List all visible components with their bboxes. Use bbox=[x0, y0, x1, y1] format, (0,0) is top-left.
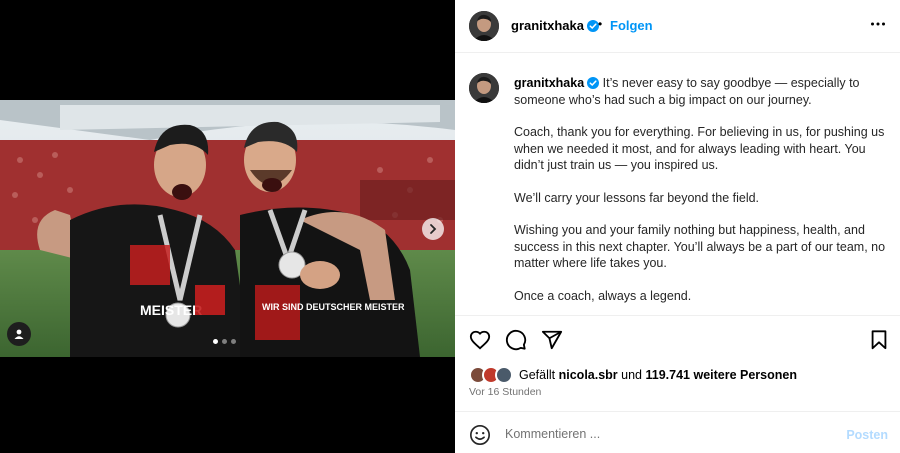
carousel-dot bbox=[231, 339, 236, 344]
header-username[interactable]: granitxhaka bbox=[511, 18, 599, 33]
emoji-icon[interactable] bbox=[469, 424, 491, 446]
avatar[interactable] bbox=[469, 73, 499, 103]
caption-paragraph-4: Wishing you and your family nothing but … bbox=[514, 223, 886, 270]
user-tag-icon bbox=[14, 329, 24, 339]
username-text[interactable]: granitxhaka bbox=[511, 18, 584, 33]
avatar bbox=[495, 366, 513, 384]
post-timestamp[interactable]: Vor 16 Stunden bbox=[469, 386, 541, 398]
likes-count[interactable]: 119.741 weitere Personen bbox=[646, 368, 797, 382]
jersey-text-left: MEISTER bbox=[140, 302, 202, 318]
more-options-icon[interactable] bbox=[870, 16, 886, 32]
likes-conjunction: und bbox=[621, 368, 643, 382]
comment-input[interactable] bbox=[505, 423, 835, 445]
carousel-indicator bbox=[213, 339, 236, 344]
comment-icon[interactable] bbox=[505, 329, 527, 351]
separator-dot: • bbox=[598, 17, 603, 31]
liker-avatars[interactable] bbox=[469, 366, 515, 384]
caption-username[interactable]: granitxhaka bbox=[514, 76, 584, 90]
caption-paragraph-2: Coach, thank you for everything. For bel… bbox=[514, 125, 885, 172]
comment-bar: Posten bbox=[455, 411, 900, 453]
carousel-dot bbox=[222, 339, 227, 344]
media-viewer: MEISTER WIR SIND DEUTSCHER MEISTER bbox=[0, 0, 455, 453]
caption-text: granitxhaka It’s never easy to say goodb… bbox=[514, 75, 888, 320]
follow-button[interactable]: Folgen bbox=[610, 18, 653, 33]
likes-summary: Gefällt nicola.sbr und 119.741 weitere P… bbox=[469, 364, 797, 386]
verified-badge-icon bbox=[587, 77, 600, 89]
carousel-dot bbox=[213, 339, 218, 344]
heart-icon[interactable] bbox=[469, 329, 491, 351]
post-comment-button[interactable]: Posten bbox=[846, 428, 888, 442]
liker-username[interactable]: nicola.sbr bbox=[559, 368, 618, 382]
post-header: granitxhaka • Folgen bbox=[455, 0, 900, 53]
post-details-panel: granitxhaka • Folgen granitxhaka It’s ne… bbox=[455, 0, 900, 453]
avatar[interactable] bbox=[469, 11, 499, 41]
post-actions bbox=[455, 316, 900, 360]
caption-paragraph-5: Once a coach, always a legend. bbox=[514, 288, 692, 303]
bookmark-icon[interactable] bbox=[868, 329, 890, 351]
likes-prefix: Gefällt bbox=[519, 368, 556, 382]
caption-paragraph-3: We’ll carry your lessons far beyond the … bbox=[514, 190, 760, 205]
caption-paragraph: granitxhaka It’s never easy to say goodb… bbox=[514, 75, 888, 108]
share-icon[interactable] bbox=[541, 329, 563, 351]
carousel-next-button[interactable] bbox=[422, 218, 444, 240]
post-photo[interactable]: MEISTER WIR SIND DEUTSCHER MEISTER bbox=[0, 100, 455, 357]
jersey-patch-text: WIR SIND DEUTSCHER MEISTER bbox=[262, 302, 405, 312]
post-caption: granitxhaka It’s never easy to say goodb… bbox=[455, 53, 900, 316]
chevron-right-icon bbox=[430, 224, 437, 234]
tagged-users-button[interactable] bbox=[7, 322, 31, 346]
